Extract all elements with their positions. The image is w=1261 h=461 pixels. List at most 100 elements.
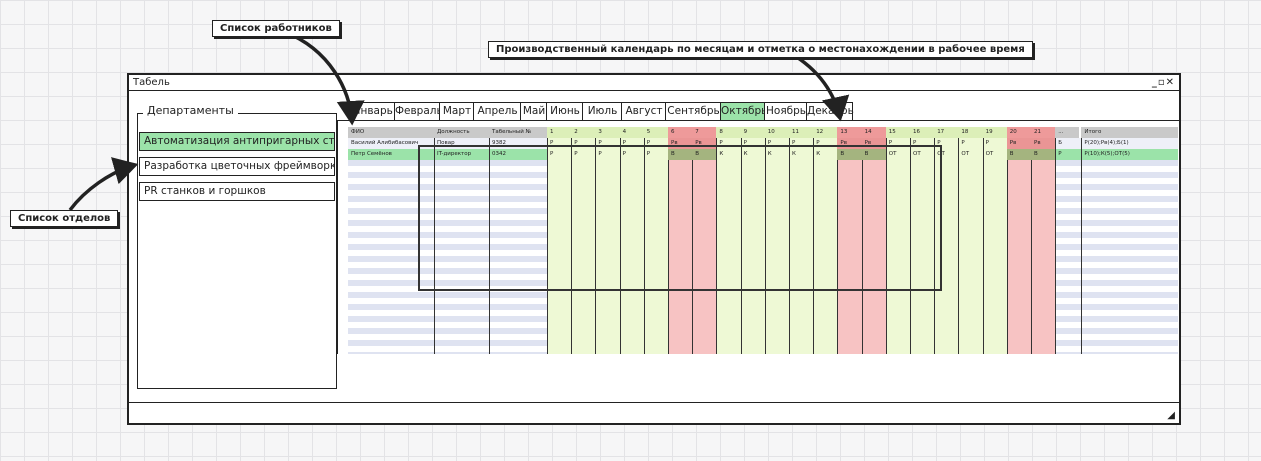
table-cell[interactable]: IT-директор <box>434 149 489 160</box>
day-header: 12 <box>813 127 838 138</box>
total-cell: Р(20);Рв(4);Б(1) <box>1084 140 1129 146</box>
day-mark-cell[interactable]: К <box>716 149 740 160</box>
day-mark-cell[interactable]: К <box>789 149 813 160</box>
total-cell: Р(10);К(5);ОТ(5) <box>1084 151 1130 157</box>
day-header: 17 <box>934 127 959 138</box>
day-mark-cell[interactable]: К <box>765 149 789 160</box>
day-mark-cell[interactable]: В <box>1031 149 1056 160</box>
day-mark-cell[interactable]: ОТ <box>958 149 982 160</box>
tab-month[interactable]: Декабрь <box>806 102 854 120</box>
day-mark-cell[interactable]: Р <box>620 138 644 149</box>
department-item[interactable]: Разработка цветочных фреймворков <box>139 157 335 176</box>
day-mark-cell[interactable]: Рв <box>692 138 717 149</box>
day-header: 4 <box>619 127 644 138</box>
day-mark-cell[interactable]: В <box>668 149 693 160</box>
day-mark-cell[interactable]: Р <box>595 149 619 160</box>
column-header: Табельный № <box>489 127 547 138</box>
tab-month[interactable]: Май <box>520 102 548 120</box>
day-mark-cell[interactable]: Рв <box>1006 138 1031 149</box>
day-mark-cell[interactable]: Рв <box>837 138 862 149</box>
tab-month[interactable]: Июнь <box>546 102 584 120</box>
day-column <box>1031 127 1056 354</box>
day-header: 5 <box>643 127 668 138</box>
day-mark-cell[interactable]: Р <box>595 138 619 149</box>
day-mark-cell[interactable]: К <box>813 149 837 160</box>
column-divider <box>1081 127 1083 354</box>
day-mark-cell[interactable]: Р <box>886 138 910 149</box>
column-divider <box>434 127 435 354</box>
tab-month[interactable]: Август <box>621 102 667 120</box>
table-cell[interactable]: 9382 <box>489 138 547 149</box>
day-mark-cell[interactable]: Р <box>571 138 595 149</box>
day-column <box>571 127 596 354</box>
day-mark-cell[interactable]: К <box>741 149 765 160</box>
tab-month[interactable]: Февраль <box>394 102 443 120</box>
day-mark-cell[interactable]: Р <box>789 138 813 149</box>
table-cell[interactable]: Василий Алибибасович <box>348 138 434 149</box>
day-mark-cell[interactable]: Р <box>620 149 644 160</box>
day-mark-cell[interactable]: Рв <box>668 138 693 149</box>
tab-month[interactable]: Ноябрь <box>764 102 808 120</box>
day-column <box>740 127 765 354</box>
day-mark-cell[interactable]: ОТ <box>910 149 934 160</box>
day-column <box>668 127 693 354</box>
day-header: 13 <box>837 127 862 138</box>
day-mark-cell[interactable]: Р <box>644 138 668 149</box>
day-column <box>619 127 644 354</box>
day-header: 7 <box>692 127 717 138</box>
table-cell[interactable]: Петр Семёнов <box>348 149 434 160</box>
day-mark-cell[interactable]: Р <box>716 138 740 149</box>
day-mark-cell[interactable]: Рв <box>1031 138 1056 149</box>
day-mark-cell[interactable]: Р <box>644 149 668 160</box>
column-header: ФИО <box>348 127 434 138</box>
column-header: Должность <box>434 127 489 138</box>
total-header: Итого <box>1081 127 1178 138</box>
tab-month[interactable]: Март <box>439 102 475 120</box>
departments-title: Департаменты <box>143 104 238 117</box>
day-column <box>764 127 789 354</box>
day-mark-cell[interactable]: Рв <box>861 138 886 149</box>
day-header: 15 <box>885 127 910 138</box>
tab-month[interactable]: Октябрь <box>720 102 767 120</box>
day-header: 11 <box>789 127 814 138</box>
day-column <box>813 127 838 354</box>
day-mark-cell[interactable]: ОТ <box>983 149 1007 160</box>
day-mark-cell[interactable]: Р <box>958 138 982 149</box>
tab-month[interactable]: Июль <box>582 102 623 120</box>
day-mark-cell[interactable]: ОТ <box>934 149 958 160</box>
day-column <box>1006 127 1031 354</box>
resize-handle-icon[interactable]: ◢ <box>1167 410 1175 421</box>
day-mark-cell[interactable]: Р <box>765 138 789 149</box>
day-header: ... <box>1055 127 1080 138</box>
day-mark-cell[interactable]: Р <box>934 138 958 149</box>
day-mark-cell[interactable]: Р <box>813 138 837 149</box>
day-column <box>934 127 959 354</box>
day-mark-cell[interactable]: В <box>692 149 717 160</box>
tab-month[interactable]: Январь <box>350 102 396 120</box>
day-header: 14 <box>861 127 886 138</box>
day-mark-cell[interactable]: В <box>837 149 862 160</box>
day-mark-cell[interactable]: Р <box>547 149 571 160</box>
day-mark-cell[interactable]: В <box>1006 149 1031 160</box>
table-cell[interactable]: 0342 <box>489 149 547 160</box>
day-mark-cell[interactable]: Р <box>1055 149 1079 160</box>
table-cell[interactable]: Повар <box>434 138 489 149</box>
tab-month[interactable]: Апрель <box>473 102 522 120</box>
department-item[interactable]: Автоматизация антипригарных стульев <box>139 132 335 151</box>
day-mark-cell[interactable]: Р <box>983 138 1007 149</box>
window-controls[interactable]: _▫✕ <box>1152 75 1175 90</box>
day-mark-cell[interactable]: Б <box>1055 138 1079 149</box>
day-header: 16 <box>910 127 935 138</box>
department-item[interactable]: PR станков и горшков <box>139 182 335 201</box>
day-mark-cell[interactable]: Р <box>741 138 765 149</box>
day-header: 8 <box>716 127 741 138</box>
day-column <box>982 127 1007 354</box>
day-mark-cell[interactable]: Р <box>571 149 595 160</box>
day-mark-cell[interactable]: Р <box>547 138 571 149</box>
day-mark-cell[interactable]: В <box>861 149 886 160</box>
tab-month[interactable]: Сентябрь <box>665 102 722 120</box>
day-mark-cell[interactable]: Р <box>910 138 934 149</box>
day-column <box>1055 127 1079 354</box>
day-mark-cell[interactable]: ОТ <box>886 149 910 160</box>
day-column <box>910 127 935 354</box>
